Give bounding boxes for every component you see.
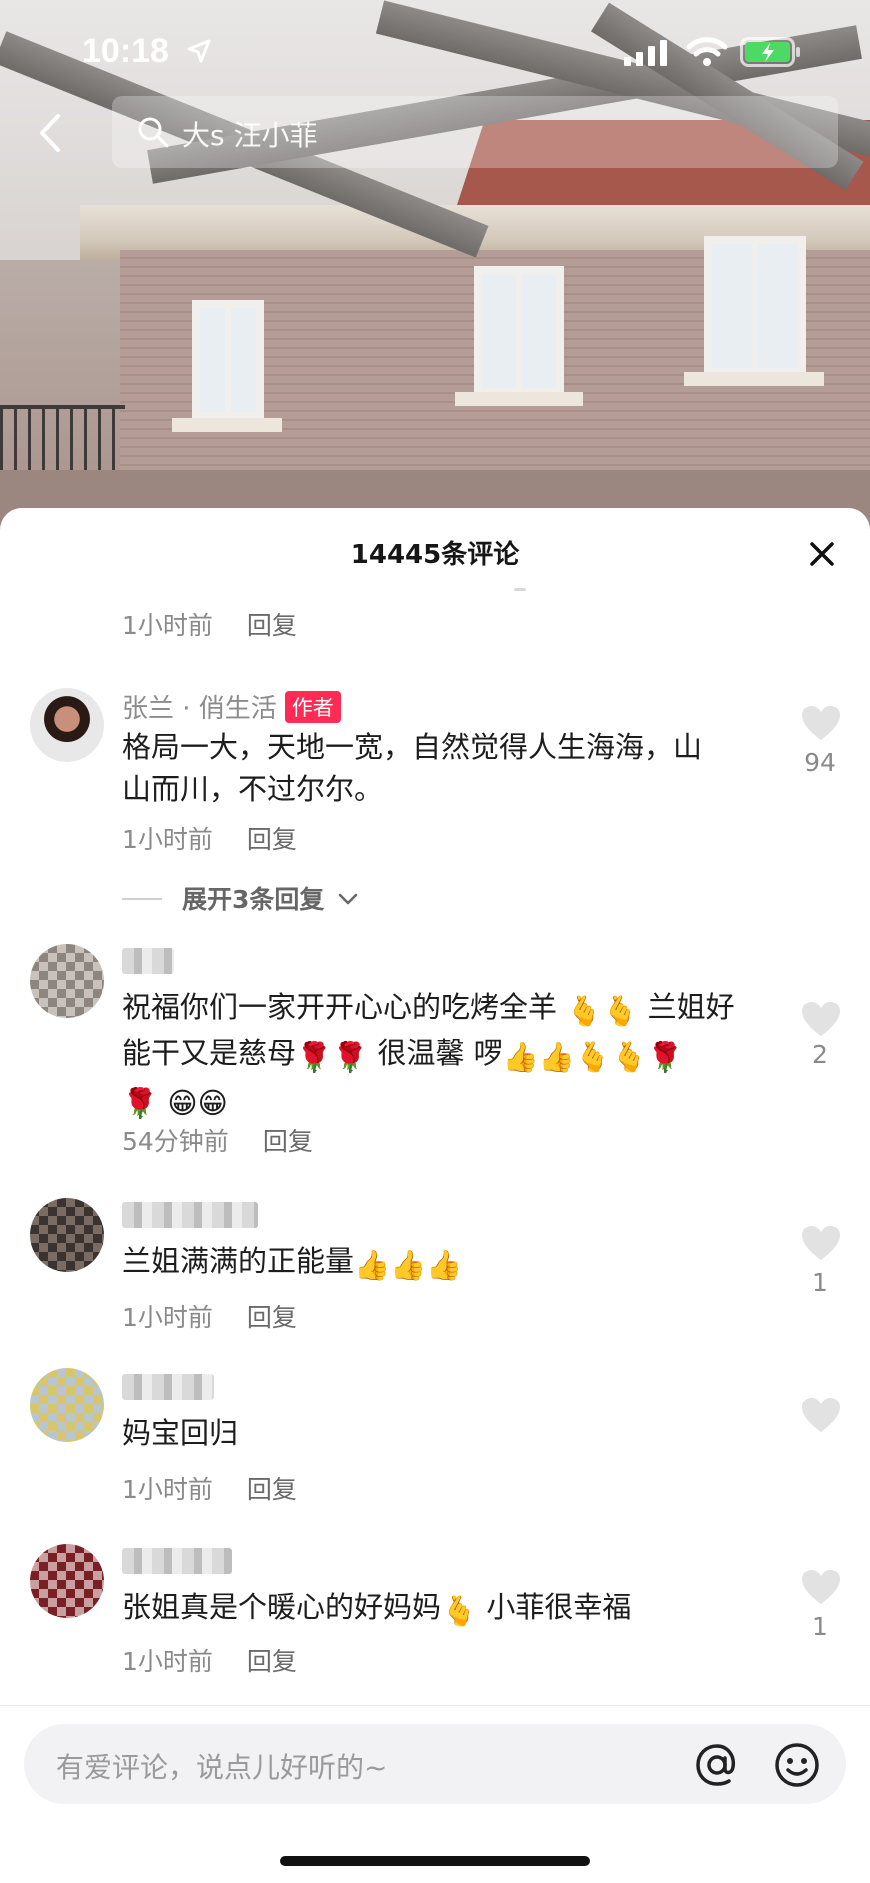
heart-icon[interactable] [800,1224,842,1264]
avatar[interactable] [30,944,104,1018]
rose-emoji: 🌹 [122,1086,159,1120]
reply-button[interactable]: 回复 [247,1303,297,1332]
rose-emoji: 🌹 [332,1040,369,1074]
comment-time: 1小时前 [122,825,213,854]
window-sill [684,372,824,386]
thumbs-up-emoji: 👍 [538,1040,575,1074]
comment-time: 1小时前 [122,1303,213,1332]
close-icon[interactable] [800,532,844,576]
comment-text: 格局一大，天地一宽，自然觉得人生海海，山 山而川，不过尔尔。 [122,730,703,806]
status-bar: 10:18 [0,22,870,82]
avatar[interactable] [30,1368,104,1442]
like-count: 1 [812,1268,828,1297]
window [474,266,564,396]
comment-text: 张姐真是个暖心的好妈妈🫰 小菲很幸福 [122,1586,762,1632]
window [704,236,806,376]
wifi-icon [686,37,728,66]
comment-count-title: 14445条评论 [350,540,520,570]
rose-emoji: 🌹 [647,1040,684,1074]
like-count: 1 [812,1612,828,1641]
heart-icon[interactable] [800,704,842,744]
finger-heart-emoji: 🫰 [611,1040,648,1074]
at-mention-icon[interactable] [692,1740,742,1790]
grin-emoji: 😁 [197,1086,228,1120]
comment-username[interactable]: 张兰 · 俏生活 作者 [122,688,341,725]
comment-time: 1小时前 [122,1475,213,1504]
search-query: 大s 汪小菲 [182,119,318,152]
window-sill [455,392,583,406]
reply-button[interactable]: 回复 [247,611,297,640]
like-count: 94 [804,748,836,777]
like-count: 2 [812,1040,828,1069]
avatar[interactable] [30,1544,104,1618]
reply-button[interactable]: 回复 [247,1647,297,1676]
search-icon [138,117,169,148]
comment-meta: 1小时前 回复 [122,1298,297,1334]
battery-charging-icon [740,37,800,67]
reply-button[interactable]: 回复 [247,825,297,854]
emoji-icon[interactable] [772,1740,822,1790]
thumbs-up-emoji: 👍 [502,1040,539,1074]
thumbs-up-emoji: 👍 [426,1248,463,1282]
comment-username[interactable] [122,948,174,974]
comment-text: 兰姐满满的正能量👍👍👍 [122,1240,762,1286]
expand-divider [122,898,162,900]
comment-username[interactable] [122,1548,232,1574]
comments-sheet: 14445条评论 1小时前 回复 张兰 · 俏生活 作者 格局一大，天地一宽，自然觉… [0,508,870,1883]
comment-time: 1小时前 [122,1647,213,1676]
heart-icon[interactable] [800,1396,842,1436]
comment-meta: 1小时前 回复 [122,820,297,856]
reply-button[interactable]: 回复 [247,1475,297,1504]
comment-time: 54分钟前 [122,1127,229,1156]
comment-username[interactable] [122,1374,214,1400]
comment-meta: 1小时前 回复 [122,606,297,642]
finger-heart-emoji: 🫰 [566,994,603,1028]
status-time: 10:18 [82,32,169,70]
finger-heart-emoji: 🫰 [441,1594,478,1628]
comment-input[interactable]: 有爱评论，说点儿好听的~ [24,1724,846,1804]
back-arrow-icon[interactable] [30,108,70,158]
comment-text: 妈宝回归 [122,1416,239,1450]
grin-emoji: 😁 [167,1086,198,1120]
thumbs-up-emoji: 👍 [390,1248,427,1282]
comment-text: 祝福你们一家开开心心的吃烤全羊 🫰🫰 兰姐好 能干又是慈母🌹🌹 很温馨 啰👍👍🫰… [122,986,762,1124]
author-badge: 作者 [284,691,341,723]
expand-replies-label: 展开3条回复 [182,885,325,914]
comment-meta: 1小时前 回复 [122,1642,297,1678]
finger-heart-emoji: 🫰 [602,994,639,1028]
comment-meta: 1小时前 回复 [122,1470,297,1506]
location-arrow-icon [187,39,211,63]
thumbs-up-emoji: 👍 [354,1248,391,1282]
cellular-signal-icon [624,40,667,66]
input-divider [0,1705,870,1706]
search-bar[interactable]: 大s 汪小菲 [112,96,838,168]
reply-button[interactable]: 回复 [263,1127,313,1156]
comment-meta: 54分钟前 回复 [122,1122,313,1158]
finger-heart-emoji: 🫰 [574,1040,611,1074]
avatar[interactable] [30,1198,104,1272]
rose-emoji: 🌹 [296,1040,333,1074]
window-sill [172,418,282,432]
home-indicator[interactable] [280,1856,590,1866]
chevron-down-icon [338,893,358,905]
scroll-indicator [514,588,526,591]
heart-icon[interactable] [800,1000,842,1040]
comment-input-placeholder: 有爱评论，说点儿好听的~ [56,1751,388,1784]
heart-icon[interactable] [800,1568,842,1608]
expand-replies-button[interactable]: 展开3条回复 [122,880,359,916]
window [192,300,264,420]
comment-time: 1小时前 [122,611,213,640]
avatar[interactable] [30,688,104,762]
comment-username[interactable] [122,1202,258,1228]
